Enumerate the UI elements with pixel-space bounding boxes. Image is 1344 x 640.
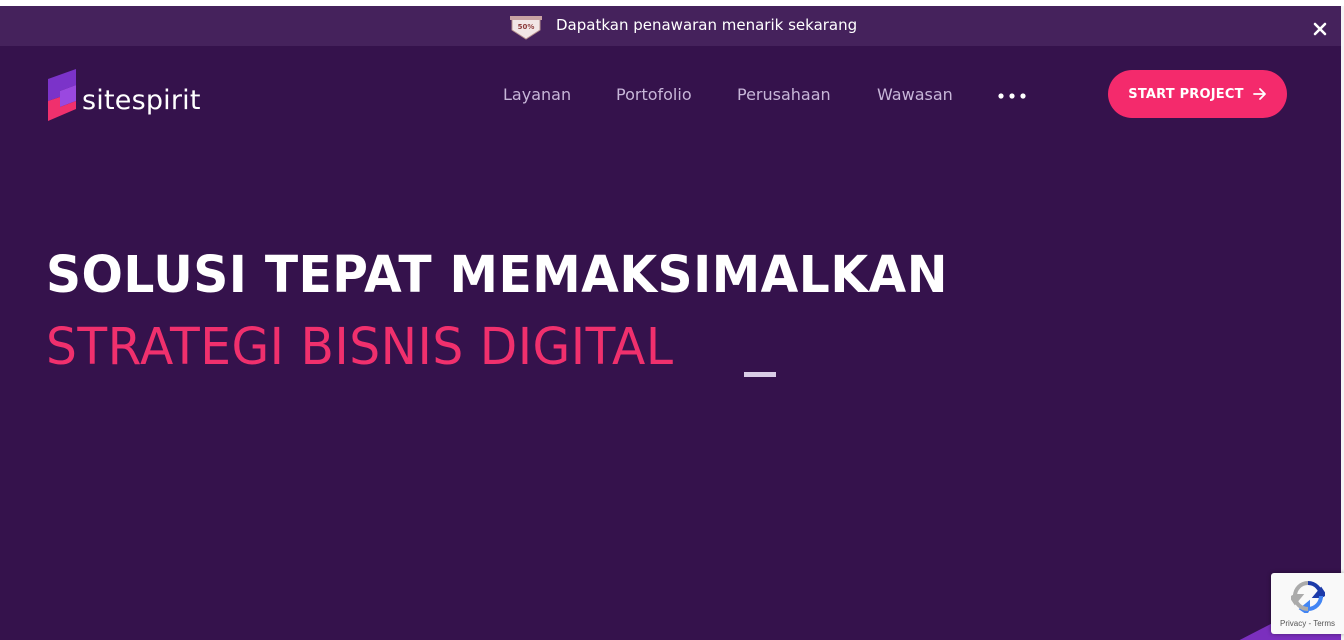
recaptcha-icon xyxy=(1291,581,1325,613)
brand-name: sitespirit xyxy=(82,84,201,116)
recaptcha-links: Privacy - Terms xyxy=(1271,619,1344,628)
promo-bar[interactable]: 50% Dapatkan penawaran menarik sekarang xyxy=(0,6,1341,46)
recaptcha-badge[interactable]: Privacy - Terms xyxy=(1271,573,1344,634)
discount-tag-icon: 50% xyxy=(510,16,542,40)
privacy-link[interactable]: Privacy xyxy=(1280,619,1306,628)
nav-item-layanan[interactable]: Layanan xyxy=(503,85,571,104)
brand-logo[interactable]: sitespirit xyxy=(46,66,201,124)
nav-item-wawasan[interactable]: Wawasan xyxy=(877,85,953,104)
close-icon[interactable] xyxy=(1310,19,1330,39)
start-project-label: START PROJECT xyxy=(1128,86,1244,102)
start-project-button[interactable]: START PROJECT xyxy=(1108,70,1287,118)
hero-title-line-1: SOLUSI TEPAT MEMAKSIMALKAN xyxy=(46,246,948,305)
typing-cursor xyxy=(744,372,776,377)
sitespirit-logo-icon xyxy=(48,69,76,121)
nav-item-perusahaan[interactable]: Perusahaan xyxy=(737,85,831,104)
hero-title-line-2: STRATEGI BISNIS DIGITAL xyxy=(46,318,674,377)
badge-percent-text: 50% xyxy=(518,23,535,31)
promo-text[interactable]: Dapatkan penawaran menarik sekarang xyxy=(556,16,857,34)
nav-item-portofolio[interactable]: Portofolio xyxy=(616,85,692,104)
page: 50% Dapatkan penawaran menarik sekarang … xyxy=(0,6,1341,640)
terms-link[interactable]: Terms xyxy=(1313,619,1335,628)
arrow-right-icon xyxy=(1252,88,1266,100)
more-horizontal-icon[interactable] xyxy=(996,90,1030,102)
